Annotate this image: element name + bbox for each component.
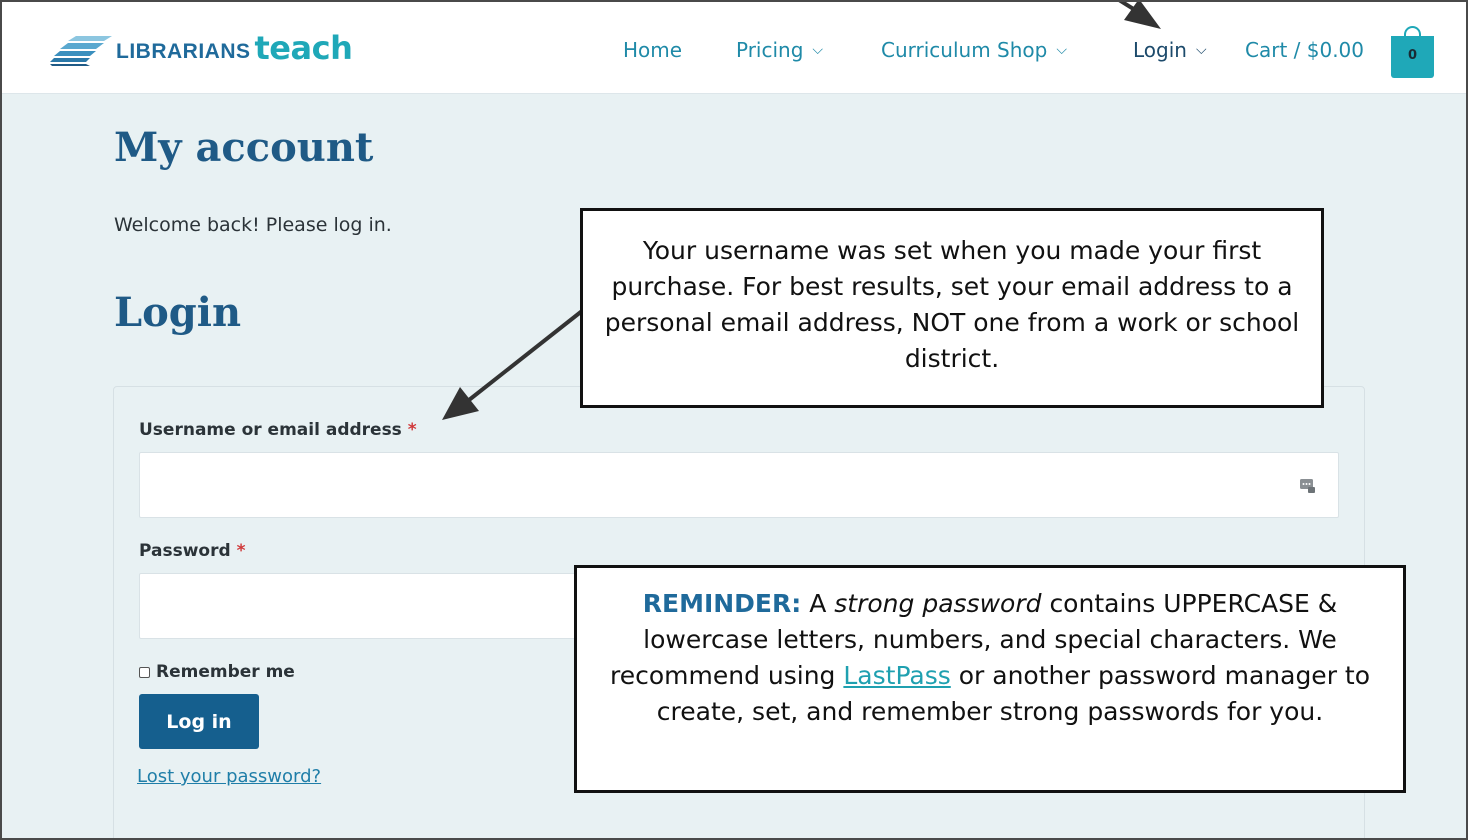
page-title: My account (114, 124, 374, 171)
nav-home[interactable]: Home (623, 38, 682, 62)
chevron-down-icon: ⌵ (1195, 42, 1207, 58)
cart-button[interactable]: 0 (1391, 26, 1434, 78)
reminder-a: A (809, 589, 827, 618)
reminder-label: REMINDER: (642, 589, 802, 618)
site-header: LIBRARIANS teach Home Pricing ⌵ Curricul… (2, 2, 1466, 94)
lastpass-link[interactable]: LastPass (843, 661, 950, 690)
chevron-down-icon: ⌵ (812, 42, 824, 58)
password-reminder-callout: REMINDER: A strong password contains UPP… (574, 565, 1406, 793)
required-marker: * (236, 541, 246, 561)
chevron-down-icon: ⌵ (1056, 42, 1067, 58)
nav-pricing-label: Pricing (736, 38, 804, 62)
login-button[interactable]: Log in (139, 694, 259, 749)
password-label-text: Password (139, 541, 231, 561)
required-marker: * (407, 420, 417, 440)
key-icon[interactable] (1299, 477, 1316, 494)
welcome-text: Welcome back! Please log in. (114, 214, 392, 236)
nav-login-label: Login (1133, 38, 1187, 62)
nav-curriculum-shop-label: Curriculum Shop (881, 38, 1048, 62)
username-label-text: Username or email address (139, 420, 402, 440)
lost-password-link[interactable]: Lost your password? (137, 766, 321, 787)
username-input[interactable] (139, 452, 1339, 518)
username-callout-text: Your username was set when you made your… (604, 236, 1300, 373)
nav-login[interactable]: Login ⌵ (1133, 38, 1207, 62)
reminder-emphasis: strong password (834, 589, 1042, 618)
username-label: Username or email address * (139, 420, 417, 440)
nav-home-label: Home (623, 38, 683, 62)
nav-curriculum-shop[interactable]: Curriculum Shop ⌵ (881, 38, 1067, 62)
nav-pricing[interactable]: Pricing ⌵ (736, 38, 823, 62)
remember-me-checkbox[interactable] (139, 666, 150, 678)
login-heading: Login (114, 289, 242, 336)
nav-cart-label: Cart / $0.00 (1245, 38, 1364, 62)
username-callout: Your username was set when you made your… (580, 208, 1324, 408)
browser-viewport: LIBRARIANS teach Home Pricing ⌵ Curricul… (0, 0, 1468, 840)
remember-me[interactable]: Remember me (139, 662, 295, 682)
remember-me-label: Remember me (156, 662, 295, 682)
nav-cart[interactable]: Cart / $0.00 (1245, 38, 1364, 62)
password-label: Password * (139, 541, 245, 561)
main-nav: Home Pricing ⌵ Curriculum Shop ⌵ Login ⌵… (2, 38, 1466, 68)
cart-count: 0 (1407, 48, 1418, 63)
